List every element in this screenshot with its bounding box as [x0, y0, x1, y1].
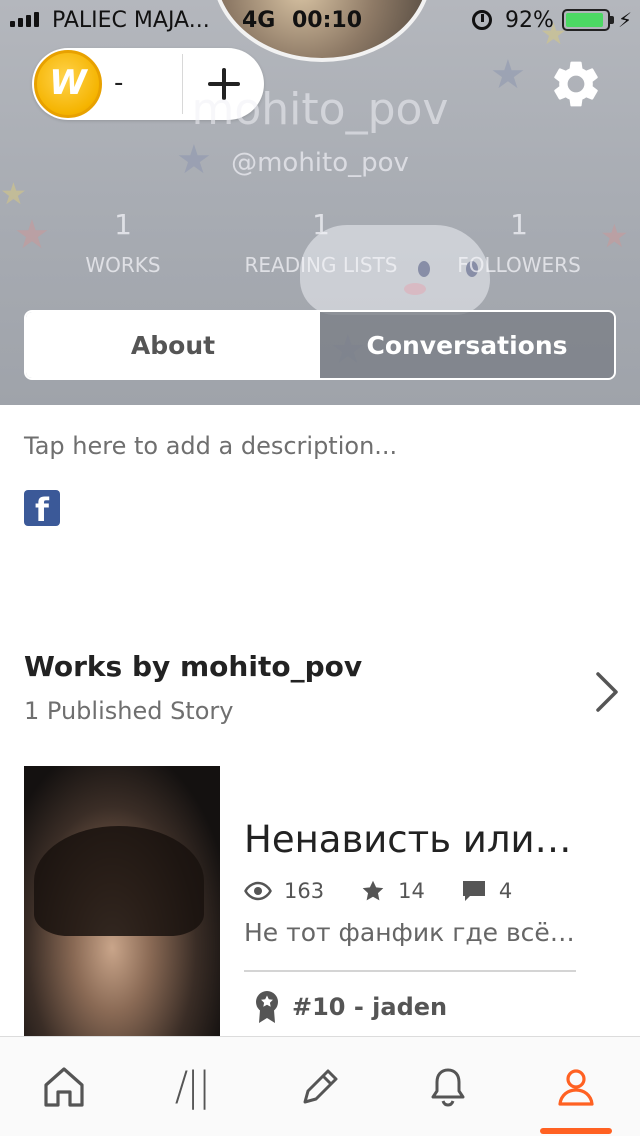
stat-label: READING LISTS: [244, 253, 398, 277]
ranking-badge-icon: [256, 991, 278, 1023]
profile-tabs: About Conversations: [24, 310, 616, 380]
bottom-navigation: /||: [0, 1036, 640, 1136]
status-bar: PALIEC MAJA... 4G 00:10 92% ⚡: [0, 0, 640, 40]
nav-notifications[interactable]: [384, 1037, 512, 1136]
story-votes: 14: [360, 878, 425, 904]
username: @mohito_pov: [231, 148, 409, 178]
display-name: mohito_pov: [191, 84, 449, 135]
nav-write[interactable]: [256, 1037, 384, 1136]
person-icon: [558, 1068, 594, 1106]
carrier-name: PALIEC MAJA...: [52, 8, 210, 33]
library-icon: /||: [174, 1063, 211, 1110]
comments-count: 4: [498, 879, 513, 903]
tab-about[interactable]: About: [26, 312, 320, 378]
bell-icon: [431, 1068, 465, 1107]
character-cheek: [404, 283, 426, 295]
chevron-right-icon: [596, 672, 618, 712]
stat-reading-lists[interactable]: 1 READING LISTS: [216, 208, 426, 277]
star-icon: [362, 880, 384, 901]
network-type: 4G: [242, 8, 276, 33]
facebook-icon[interactable]: f: [24, 490, 60, 529]
star-decoration-icon: ★: [0, 177, 27, 212]
tab-conversations[interactable]: Conversations: [320, 312, 614, 378]
description-placeholder[interactable]: Tap here to add a description...: [24, 432, 397, 460]
works-see-all-button[interactable]: [588, 668, 628, 716]
pencil-icon: [303, 1069, 338, 1103]
story-cover[interactable]: [24, 766, 220, 1046]
works-section-title[interactable]: Works by mohito_pov: [24, 650, 362, 683]
profile-header: ★ ★ ★ ★ ★ ★ ★ ★ PALIEC MAJA... 4G 00:10 …: [0, 0, 640, 405]
status-time: 00:10: [292, 8, 363, 33]
stat-label: FOLLOWERS: [457, 253, 581, 277]
reads-count: 163: [284, 879, 325, 903]
battery-percentage: 92%: [505, 8, 554, 33]
active-tab-indicator: [540, 1128, 612, 1134]
story-description: Не тот фанфик где всё…: [244, 918, 575, 947]
nav-profile[interactable]: [512, 1037, 640, 1136]
eye-icon: [244, 881, 272, 901]
stat-value: 1: [114, 208, 132, 241]
alarm-icon: [472, 10, 492, 30]
stat-followers[interactable]: 1 FOLLOWERS: [414, 208, 624, 277]
stat-value: 1: [312, 208, 330, 241]
cover-photo-detail: [34, 826, 204, 936]
works-count: 1 Published Story: [24, 697, 234, 725]
stat-works[interactable]: 1 WORKS: [18, 208, 228, 277]
story-ranking[interactable]: #10 - jaden: [254, 990, 447, 1024]
battery-icon: [562, 9, 614, 31]
nav-home[interactable]: [0, 1037, 128, 1136]
story-reads: 163: [244, 879, 324, 903]
comment-icon: [462, 881, 485, 901]
stat-label: WORKS: [85, 253, 161, 277]
nav-library[interactable]: /||: [128, 1037, 256, 1136]
story-divider: [244, 970, 576, 972]
charging-bolt-icon: ⚡: [618, 8, 633, 32]
ranking-text: #10 - jaden: [292, 993, 448, 1021]
signal-icon: [10, 12, 39, 27]
home-icon: [44, 1066, 84, 1107]
votes-count: 14: [398, 879, 425, 903]
story-title[interactable]: Ненависть или…: [244, 818, 572, 861]
stat-value: 1: [510, 208, 528, 241]
story-comments: 4: [461, 879, 512, 903]
story-stats: 163 14 4: [244, 876, 548, 906]
